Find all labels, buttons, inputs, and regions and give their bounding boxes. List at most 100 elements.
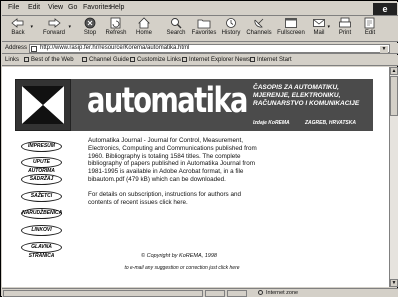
address-input[interactable]: http://www.rasip.fer.hr/resource/Korema/… bbox=[29, 44, 390, 53]
nav-upute-autorima[interactable]: UPUTE AUTORIMA bbox=[21, 157, 62, 174]
mail-button[interactable]: Mail ▾ bbox=[310, 17, 330, 41]
menu-help[interactable]: Help bbox=[110, 4, 124, 11]
favorites-button[interactable]: Favorites bbox=[191, 17, 217, 41]
search-button[interactable]: Search bbox=[165, 17, 187, 41]
menu-file[interactable]: File bbox=[8, 4, 19, 11]
history-button[interactable]: History bbox=[221, 17, 241, 41]
forward-button[interactable]: Forward ▾ bbox=[40, 17, 71, 41]
description-paragraph: Automatika Journal - Journal for Control… bbox=[88, 137, 257, 183]
search-icon bbox=[171, 18, 182, 29]
edit-button[interactable]: Edit bbox=[361, 17, 379, 41]
subscription-paragraph[interactable]: For details on subscription, instruction… bbox=[88, 191, 258, 207]
channels-button[interactable]: Channels bbox=[246, 17, 272, 41]
link-ie-news[interactable]: Internet Explorer News bbox=[182, 57, 250, 63]
copyright-text: © Copyright by KoREMA, 1998 bbox=[141, 253, 217, 259]
favorites-folder-icon bbox=[197, 19, 211, 29]
link-page-icon bbox=[182, 57, 187, 62]
address-dropdown-icon[interactable]: ▼ bbox=[380, 46, 388, 53]
link-customize-links[interactable]: Customize Links bbox=[130, 57, 181, 63]
vertical-scrollbar[interactable]: ▲ ▼ bbox=[389, 67, 398, 287]
brand-title: automatika bbox=[87, 81, 248, 121]
favorites-label: Favorites bbox=[191, 30, 217, 36]
contact-link[interactable]: to e-mail any suggestion or correction j… bbox=[82, 265, 282, 271]
status-progress-pane bbox=[205, 290, 225, 297]
status-zone: Internet zone bbox=[258, 289, 298, 297]
menu-bar: File Edit View Go Favorites Help e bbox=[2, 2, 398, 16]
fullscreen-label: Fullscreen bbox=[277, 30, 305, 36]
zone-label: Internet zone bbox=[266, 290, 299, 296]
stop-label: Stop bbox=[83, 30, 97, 36]
nav-impresum[interactable]: IMPRESUM bbox=[21, 141, 62, 152]
link-best-of-web[interactable]: Best of the Web bbox=[24, 57, 74, 63]
banner-tagline: ČASOPIS ZA AUTOMATIKU, MJERENJE, ELEKTRO… bbox=[253, 84, 360, 107]
menu-view[interactable]: View bbox=[48, 4, 63, 11]
print-icon bbox=[339, 17, 351, 28]
page-content: automatika ČASOPIS ZA AUTOMATIKU, MJEREN… bbox=[2, 67, 389, 287]
globe-icon bbox=[258, 290, 263, 295]
nav-narudzbenica[interactable]: NARUDŽBENICA bbox=[21, 208, 62, 219]
channels-satellite-icon bbox=[254, 18, 264, 28]
browser-window: File Edit View Go Favorites Help e Back … bbox=[0, 0, 398, 297]
scroll-thumb[interactable] bbox=[390, 76, 398, 116]
menu-favorites[interactable]: Favorites bbox=[83, 4, 112, 11]
fullscreen-button[interactable]: Fullscreen bbox=[276, 17, 306, 41]
scroll-down-icon[interactable]: ▼ bbox=[390, 279, 398, 287]
link-channel-guide[interactable]: Channel Guide bbox=[82, 57, 129, 63]
banner-publisher: Izdaje KoREMA bbox=[253, 120, 290, 126]
link-text: Best of the Web bbox=[31, 57, 74, 63]
status-security-pane bbox=[227, 290, 247, 297]
edit-label: Edit bbox=[364, 30, 376, 36]
link-text: Internet Start bbox=[257, 57, 292, 63]
back-dropdown-icon[interactable]: ▾ bbox=[30, 24, 33, 30]
link-page-icon bbox=[250, 57, 255, 62]
menu-go[interactable]: Go bbox=[68, 4, 77, 11]
fullscreen-icon bbox=[285, 18, 297, 28]
history-icon bbox=[226, 18, 236, 28]
ie-logo: e bbox=[373, 3, 397, 15]
link-text: Channel Guide bbox=[89, 57, 130, 63]
home-icon bbox=[138, 17, 150, 29]
nav-glavna-stranica[interactable]: GLAVNA STRANICA bbox=[21, 242, 62, 259]
address-label: Address bbox=[5, 45, 28, 51]
edit-icon bbox=[364, 17, 375, 29]
links-label: Links bbox=[5, 57, 20, 63]
links-bar: Links Best of the Web Channel Guide Cust… bbox=[2, 55, 398, 66]
history-label: History bbox=[221, 30, 241, 36]
refresh-icon bbox=[110, 17, 121, 29]
back-button[interactable]: Back ▾ bbox=[6, 17, 33, 41]
banner-city: ZAGREB, HRVATSKA bbox=[305, 120, 356, 126]
mail-icon bbox=[313, 19, 325, 27]
back-arrow-icon bbox=[11, 18, 24, 28]
link-internet-start[interactable]: Internet Start bbox=[250, 57, 292, 63]
nav-sazetci[interactable]: SAŽETCI bbox=[21, 191, 62, 202]
journal-description: Automatika Journal - Journal for Control… bbox=[88, 137, 258, 213]
print-label: Print bbox=[338, 30, 352, 36]
nav-sadrzaj[interactable]: SADRŽAJ bbox=[21, 174, 62, 185]
print-button[interactable]: Print bbox=[336, 17, 354, 41]
stop-button[interactable]: Stop bbox=[80, 17, 100, 41]
mail-label: Mail bbox=[313, 30, 325, 36]
scroll-up-icon[interactable]: ▲ bbox=[390, 67, 398, 75]
home-button[interactable]: Home bbox=[134, 17, 154, 41]
header-banner: automatika ČASOPIS ZA AUTOMATIKU, MJEREN… bbox=[15, 79, 373, 131]
journal-logo bbox=[15, 79, 71, 131]
forward-dropdown-icon[interactable]: ▾ bbox=[68, 24, 71, 30]
channels-label: Channels bbox=[246, 30, 272, 36]
back-label: Back bbox=[11, 30, 25, 36]
stop-icon bbox=[84, 17, 96, 29]
status-bar: Internet zone bbox=[2, 288, 398, 297]
menu-edit[interactable]: Edit bbox=[28, 4, 40, 11]
link-page-icon bbox=[24, 57, 29, 62]
forward-arrow-icon bbox=[48, 18, 61, 28]
forward-label: Forward bbox=[42, 30, 65, 36]
mail-dropdown-icon[interactable]: ▾ bbox=[327, 24, 330, 30]
search-label: Search bbox=[166, 30, 186, 36]
refresh-label: Refresh bbox=[105, 30, 127, 36]
address-url: http://www.rasip.fer.hr/resource/Korema/… bbox=[40, 45, 190, 51]
link-page-icon bbox=[82, 57, 87, 62]
refresh-button[interactable]: Refresh bbox=[104, 17, 128, 41]
address-bar: Address http://www.rasip.fer.hr/resource… bbox=[2, 43, 398, 54]
nav-linkovi[interactable]: LINKOVI bbox=[21, 225, 62, 236]
home-label: Home bbox=[135, 30, 152, 36]
link-text: Internet Explorer News bbox=[189, 57, 251, 63]
